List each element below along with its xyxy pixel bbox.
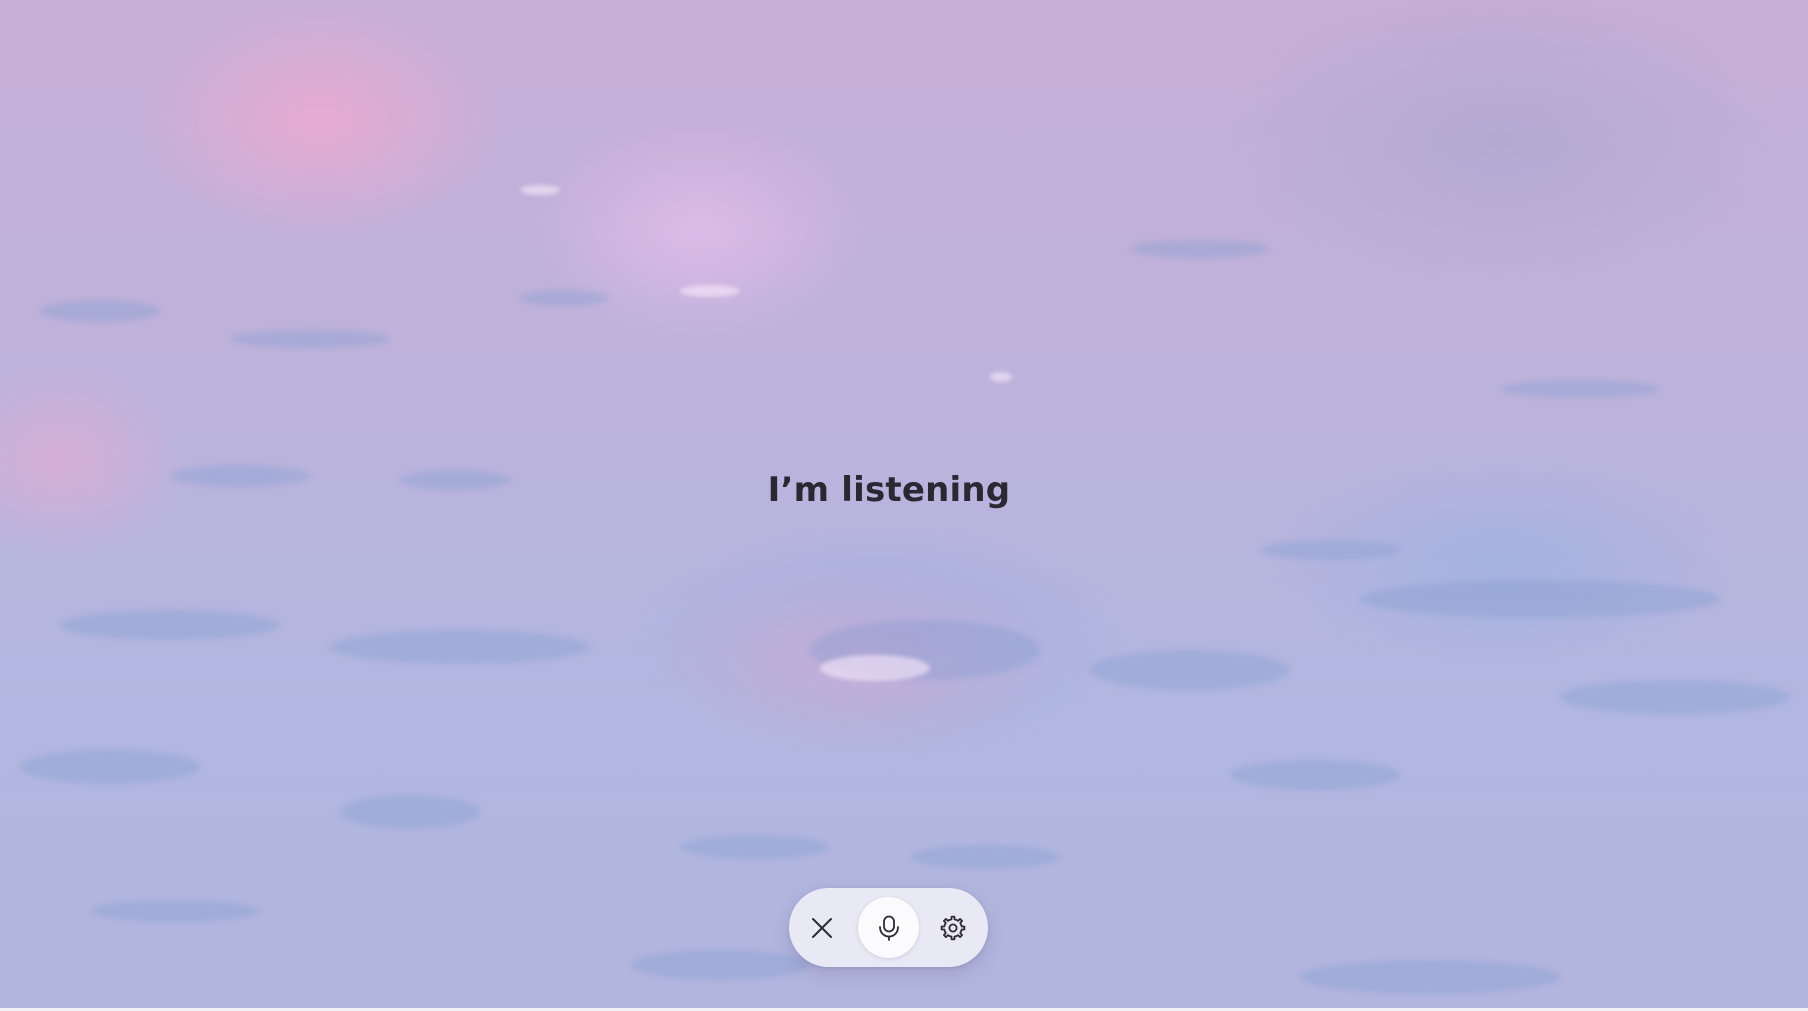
settings-button[interactable] xyxy=(922,897,983,958)
gear-icon xyxy=(939,914,967,942)
microphone-icon xyxy=(875,914,903,942)
microphone-button[interactable] xyxy=(858,897,919,958)
close-button[interactable] xyxy=(791,897,852,958)
listening-status-text: I’m listening xyxy=(767,470,1011,510)
voice-control-bar xyxy=(789,888,988,967)
close-icon xyxy=(810,916,834,940)
voice-assistant-screen: I’m listening xyxy=(0,0,1808,1011)
